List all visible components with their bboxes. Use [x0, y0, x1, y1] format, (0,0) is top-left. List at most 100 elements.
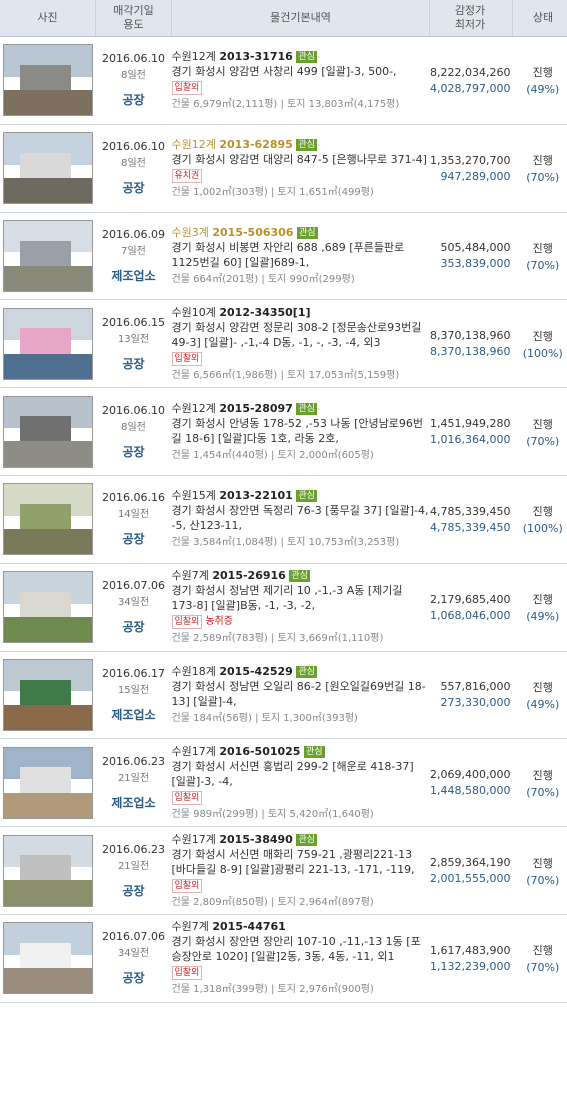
- sale-date: 2016.06.17: [102, 666, 165, 680]
- interest-badge[interactable]: 관심: [296, 665, 317, 678]
- address-text[interactable]: 경기 화성시 정남면 제기리 10 ,-1,-3 A동 [제기길 173-8] …: [172, 583, 430, 613]
- days-ago: 8일전: [121, 421, 146, 433]
- sale-date: 2016.06.23: [102, 842, 165, 856]
- info-cell: 수원12계 2013-62895 관심 경기 화성시 양감면 대양리 847-5…: [171, 124, 430, 213]
- address-text[interactable]: 경기 화성시 서신면 매화리 759-21 ,광평리221-13 [바다들길 8…: [172, 847, 430, 877]
- case-number-link[interactable]: 2016-501025: [219, 745, 300, 758]
- appraisal-price: 1,353,270,700: [430, 153, 511, 167]
- address-text[interactable]: 경기 화성시 장안면 독정리 76-3 [풍무길 37] [일괄]-4, -5,…: [172, 503, 430, 533]
- area-text: 건물 989㎡(299평) | 토지 5,420㎡(1,640평): [171, 808, 374, 820]
- days-ago: 21일전: [117, 860, 150, 872]
- case-number-link[interactable]: 2015-506306: [212, 226, 293, 239]
- sale-date: 2016.06.10: [102, 52, 165, 66]
- interest-badge[interactable]: 관심: [296, 833, 317, 846]
- case-number-link[interactable]: 2012-34350[1]: [219, 306, 310, 319]
- price-cell: 505,484,000 353,839,000: [429, 212, 513, 301]
- area-text: 건물 1,002㎡(303평) | 토지 1,651㎡(499평): [171, 186, 374, 198]
- case-number-link[interactable]: 2015-44761: [212, 920, 285, 933]
- date-cell: 2016.07.06 34일전 공장: [95, 914, 172, 1003]
- interest-badge[interactable]: 관심: [296, 490, 317, 503]
- info-cell: 수원18계 2015-42529 관심 경기 화성시 정남면 오일리 86-2 …: [171, 651, 430, 740]
- address-text[interactable]: 경기 화성시 서신면 홍법리 299-2 [해운로 418-37] [일괄]-3…: [172, 759, 430, 789]
- interest-badge[interactable]: 관심: [289, 570, 310, 583]
- col-price-header[interactable]: 감정가 최저가: [429, 0, 513, 37]
- status-cell: 진행 (70%): [512, 124, 567, 213]
- address-text[interactable]: 경기 화성시 양감면 사창리 499 [일괄]-3, 500-,: [172, 64, 430, 79]
- property-photo[interactable]: [2, 922, 93, 995]
- minimum-price: 4,028,797,000: [430, 81, 511, 95]
- address-text[interactable]: 경기 화성시 장안면 장안리 107-10 ,-11,-13 1동 [포승장안로…: [172, 934, 430, 964]
- case-number-link[interactable]: 2015-26916: [212, 569, 285, 582]
- date-cell: 2016.06.09 7일전 제조업소: [95, 212, 172, 301]
- interest-badge[interactable]: 관심: [303, 745, 325, 758]
- case-number-link[interactable]: 2013-31716: [219, 50, 292, 63]
- status-text: 진행: [532, 944, 553, 958]
- col-date-header[interactable]: 매각기일 용도: [95, 0, 172, 37]
- days-ago: 34일전: [117, 597, 150, 609]
- case-number-link[interactable]: 2015-28097: [219, 402, 292, 415]
- table-row[interactable]: 2016.07.06 34일전 공장 수원7계 2015-44761 경기 화성…: [0, 914, 567, 1003]
- table-row[interactable]: 2016.06.10 8일전 공장 수원12계 2013-31716 관심 경기…: [0, 36, 567, 125]
- table-row[interactable]: 2016.06.17 15일전 제조업소 수원18계 2015-42529 관심…: [0, 651, 567, 740]
- status-text: 진행: [532, 856, 553, 870]
- property-photo[interactable]: [2, 44, 93, 117]
- price-cell: 8,370,138,960 8,370,138,960: [429, 299, 513, 389]
- interest-badge[interactable]: 관심: [296, 138, 317, 151]
- status-percent: (49%): [526, 83, 560, 97]
- status-cell: 진행 (70%): [512, 914, 567, 1003]
- property-photo[interactable]: [2, 483, 93, 556]
- minimum-price: 1,016,364,000: [430, 433, 511, 447]
- date-cell: 2016.06.10 8일전 공장: [95, 36, 172, 125]
- address-text[interactable]: 경기 화성시 정남면 오일리 86-2 [원오일길69번길 18-13] [일괄…: [172, 679, 430, 709]
- status-percent: (70%): [526, 434, 560, 448]
- sale-date: 2016.06.15: [102, 315, 165, 329]
- special-condition-tag: 입찰외: [171, 615, 203, 630]
- property-photo[interactable]: [2, 746, 93, 819]
- date-cell: 2016.06.10 8일전 공장: [95, 387, 172, 476]
- interest-badge[interactable]: 관심: [296, 402, 317, 415]
- case-number-link[interactable]: 2013-62895: [219, 138, 292, 151]
- photo-cell: [0, 651, 96, 740]
- table-row[interactable]: 2016.06.23 21일전 제조업소 수원17계 2016-501025 관…: [0, 738, 567, 828]
- table-row[interactable]: 2016.07.06 34일전 공장 수원7계 2015-26916 관심 경기…: [0, 563, 567, 652]
- property-photo[interactable]: [2, 834, 93, 907]
- status-percent: (100%): [522, 522, 563, 536]
- status-percent: (70%): [526, 785, 560, 799]
- property-photo[interactable]: [2, 395, 93, 468]
- property-photo[interactable]: [2, 307, 93, 380]
- status-text: 진행: [532, 505, 553, 519]
- days-ago: 8일전: [121, 158, 146, 170]
- property-photo[interactable]: [2, 219, 93, 292]
- table-row[interactable]: 2016.06.23 21일전 공장 수원17계 2015-38490 관심 경…: [0, 826, 567, 915]
- interest-badge[interactable]: 관심: [296, 50, 317, 63]
- status-cell: 진행 (49%): [512, 651, 567, 740]
- property-photo[interactable]: [2, 571, 93, 644]
- status-text: 진행: [532, 593, 553, 607]
- price-cell: 4,785,339,450 4,785,339,450: [429, 475, 513, 564]
- table-row[interactable]: 2016.06.09 7일전 제조업소 수원3계 2015-506306 관심 …: [0, 212, 567, 301]
- appraisal-price: 557,816,000: [440, 680, 511, 694]
- interest-badge[interactable]: 관심: [296, 226, 318, 239]
- info-cell: 수원7계 2015-44761 경기 화성시 장안면 장안리 107-10 ,-…: [171, 914, 430, 1003]
- table-row[interactable]: 2016.06.10 8일전 공장 수원12계 2015-28097 관심 경기…: [0, 387, 567, 476]
- photo-cell: [0, 475, 96, 564]
- property-photo[interactable]: [2, 658, 93, 731]
- address-text[interactable]: 경기 화성시 안녕동 178-52 ,-53 나동 [안녕남로96번길 18-6…: [172, 416, 430, 446]
- table-row[interactable]: 2016.06.10 8일전 공장 수원12계 2013-62895 관심 경기…: [0, 124, 567, 213]
- minimum-price: 947,289,000: [440, 169, 511, 183]
- price-cell: 1,617,483,900 1,132,239,000: [429, 914, 513, 1003]
- property-photo[interactable]: [2, 132, 93, 205]
- address-text[interactable]: 경기 화성시 양감면 정문리 308-2 [정문송산로93번길 49-3] [일…: [172, 320, 430, 350]
- case-number-link[interactable]: 2013-22101: [219, 489, 292, 502]
- case-number-link[interactable]: 2015-42529: [219, 665, 292, 678]
- address-text[interactable]: 경기 화성시 양감면 대양리 847-5 [은행나무로 371-4]: [172, 152, 430, 167]
- court-name: 수원10계: [171, 305, 216, 319]
- days-ago: 7일전: [121, 245, 146, 257]
- auction-list-table: 사진 매각기일 용도 물건기본내역 감정가 최저가 상태 2016.06.10 8일…: [0, 0, 567, 1003]
- table-row[interactable]: 2016.06.16 14일전 공장 수원15계 2013-22101 관심 경…: [0, 475, 567, 564]
- table-row[interactable]: 2016.06.15 13일전 공장 수원10계 2012-34350[1] 경…: [0, 299, 567, 389]
- status-cell: 진행 (70%): [512, 212, 567, 301]
- case-number-link[interactable]: 2015-38490: [219, 833, 292, 846]
- usage-label: 공장: [122, 532, 145, 547]
- address-text[interactable]: 경기 화성시 비봉면 자안리 688 ,689 [푸른들판로1125번길 60]…: [172, 240, 430, 270]
